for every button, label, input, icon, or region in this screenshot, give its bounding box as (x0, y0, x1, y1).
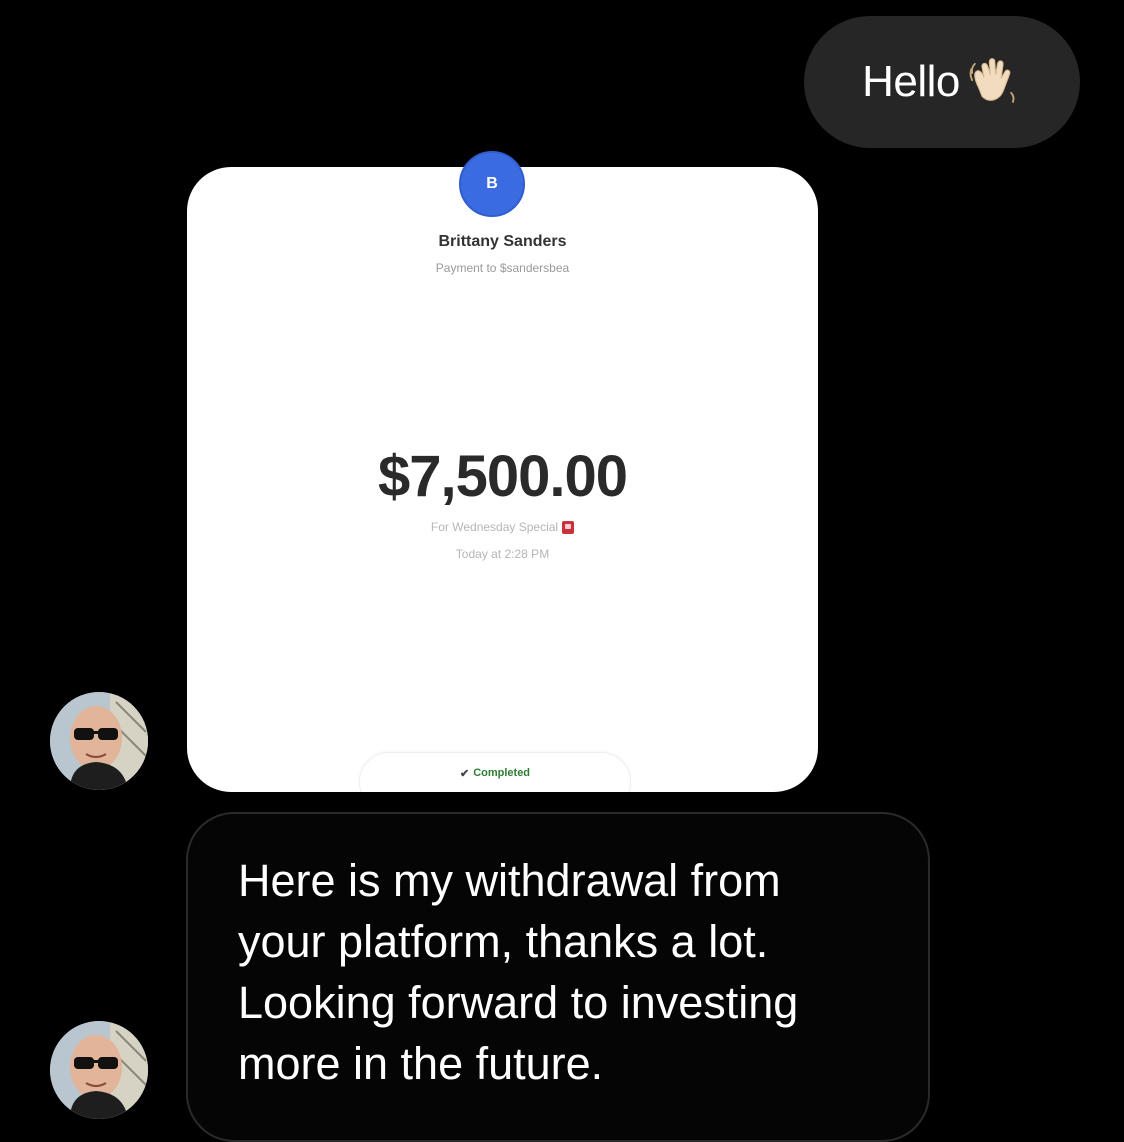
payment-amount: $7,500.00 (377, 444, 628, 509)
payment-status-label: Completed (473, 767, 531, 779)
chat-thread: Hello B Brittany Sanders Payment to $san… (0, 0, 1124, 1142)
payment-time: Today at 2:28 PM (455, 547, 550, 561)
outgoing-message-text: Hello (862, 57, 960, 106)
payment-subtitle: Payment to $sandersbea (435, 261, 570, 275)
incoming-message-bubble[interactable]: Here is my withdrawal from your platform… (186, 812, 930, 1142)
payment-note: For Wednesday Special (430, 520, 559, 534)
shared-image-payment-card[interactable]: Brittany Sanders Payment to $sandersbea … (187, 167, 818, 792)
payment-card-avatar: B (459, 151, 525, 217)
check-icon: ✔ (459, 768, 470, 780)
payment-recipient-name: Brittany Sanders (438, 233, 567, 250)
sender-avatar[interactable] (50, 1021, 148, 1119)
payment-status-badge: ✔ Completed (359, 752, 631, 792)
waving-hand-icon (964, 53, 1022, 111)
ticket-icon (562, 520, 575, 534)
outgoing-message-bubble[interactable]: Hello (804, 16, 1080, 148)
payment-note-row: For Wednesday Special (187, 520, 818, 534)
incoming-message-text: Here is my withdrawal from your platform… (238, 855, 799, 1089)
sender-avatar[interactable] (50, 692, 148, 790)
